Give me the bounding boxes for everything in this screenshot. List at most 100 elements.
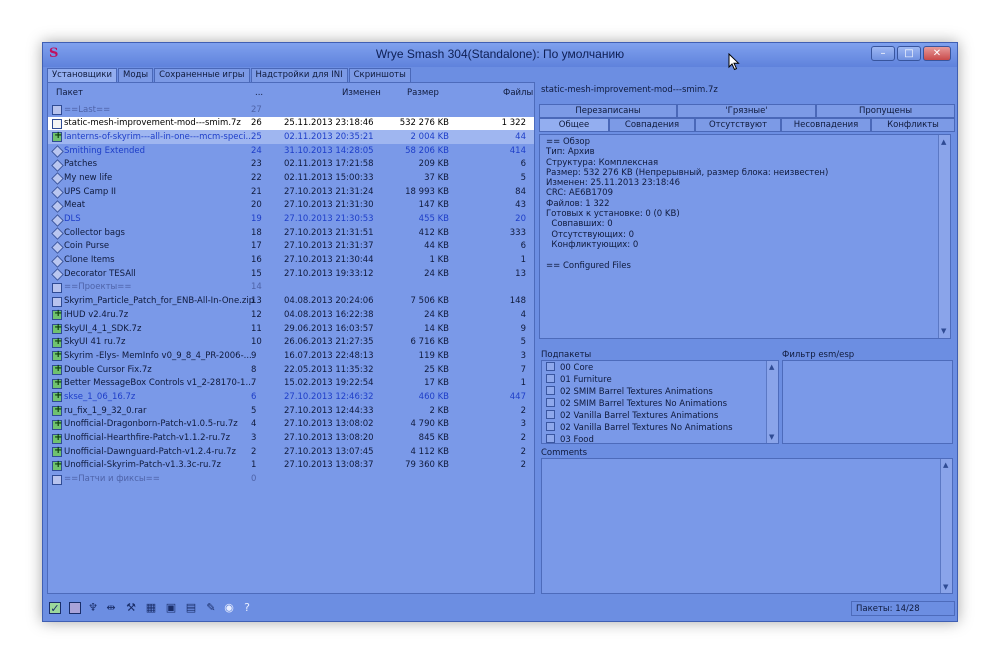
package-modified: 29.06.2013 16:03:57 <box>284 323 374 334</box>
pen-icon[interactable]: ✎ <box>205 602 217 614</box>
help-icon[interactable]: ? <box>241 602 253 614</box>
table-row[interactable]: Meat 20 27.10.2013 21:31:30 147 KB 43 <box>48 199 534 213</box>
table-row[interactable]: Coin Purse 17 27.10.2013 21:31:37 44 KB 6 <box>48 240 534 254</box>
tab-overwritten[interactable]: Перезаписаны <box>539 104 677 118</box>
title-bar[interactable]: S Wrye Smash 304(Standalone): По умолчан… <box>43 43 957 67</box>
column-modified[interactable]: Изменен <box>342 88 381 98</box>
subpackage-checkbox[interactable] <box>546 362 555 371</box>
marker-icon <box>52 282 62 293</box>
archive-icon <box>52 432 62 444</box>
comments-textarea[interactable]: ▲ ▼ <box>541 458 953 594</box>
tab-general[interactable]: Общее <box>539 118 609 132</box>
table-row[interactable]: Patches 23 02.11.2013 17:21:58 209 KB 6 <box>48 158 534 172</box>
arrows-icon[interactable]: ⇹ <box>105 602 117 614</box>
table-row[interactable]: My new life 22 02.11.2013 15:00:33 37 KB 5 <box>48 171 534 185</box>
table-row[interactable]: DLS 19 27.10.2013 21:30:53 455 KB 20 <box>48 213 534 227</box>
tab-saves[interactable]: Сохраненные игры <box>154 68 250 82</box>
column-order[interactable]: ... <box>255 88 263 98</box>
subpackage-item[interactable]: 01 Furniture <box>542 374 778 386</box>
subpackage-checkbox[interactable] <box>546 398 555 407</box>
subpackage-item[interactable]: 02 SMIM Barrel Textures No Animations <box>542 398 778 410</box>
subpackage-checkbox[interactable] <box>546 410 555 419</box>
info-scrollbar[interactable]: ▲ ▼ <box>938 135 950 338</box>
archive-icon <box>52 377 62 389</box>
circle-icon[interactable]: ◉ <box>223 602 235 614</box>
comments-label: Comments <box>541 448 588 458</box>
table-row[interactable]: ru_fix_1_9_32_0.rar 5 27.10.2013 12:44:33 2… <box>48 404 534 418</box>
table-row[interactable]: Unofficial-Dragonborn-Patch-v1.0.5-ru.7z… <box>48 418 534 432</box>
subpackage-checkbox[interactable] <box>546 386 555 395</box>
table-row[interactable]: static-mesh-improvement-mod---smim.7z 26 2… <box>48 116 534 131</box>
table-row[interactable]: ==Last== 27 <box>48 103 534 117</box>
table-row[interactable]: lanterns-of-skyrim---all-in-one---mcm-sp… <box>48 130 534 145</box>
package-order: 8 <box>251 364 257 375</box>
subpackage-checkbox[interactable] <box>546 374 555 383</box>
table-row[interactable]: ==Проекты== 14 <box>48 281 534 295</box>
tab-screenshots[interactable]: Скриншоты <box>348 68 411 82</box>
subpackage-item[interactable]: 03 Food <box>542 434 778 446</box>
packages-count: Пакеты: 14/28 <box>851 601 955 616</box>
pin-icon[interactable]: ♆ <box>87 602 99 614</box>
package-modified: 02.11.2013 17:21:58 <box>284 159 374 170</box>
close-button[interactable]: ✕ <box>923 46 951 61</box>
subpackage-checkbox[interactable] <box>546 422 555 431</box>
package-modified: 27.10.2013 13:08:37 <box>284 460 374 471</box>
wrench-icon[interactable]: ▦ <box>145 602 157 614</box>
table-row[interactable]: skse_1_06_16.7z 6 27.10.2013 12:46:32 460 K… <box>48 390 534 404</box>
comments-scrollbar[interactable]: ▲ ▼ <box>940 459 952 593</box>
subpackage-checkbox[interactable] <box>546 434 555 443</box>
esp-filter-list[interactable] <box>782 360 953 444</box>
minimize-button[interactable]: – <box>871 46 895 61</box>
subpackage-item[interactable]: 00 Core <box>542 362 778 374</box>
package-name: Decorator TESAll <box>64 268 136 279</box>
check-icon[interactable]: ✓ <box>49 602 61 615</box>
table-row[interactable]: Better MessageBox Controls v1_2-28170-1.… <box>48 377 534 391</box>
tab-mods[interactable]: Моды <box>117 68 154 82</box>
table-row[interactable]: ==Патчи и фиксы== 0 <box>48 473 534 487</box>
column-size[interactable]: Размер <box>407 88 439 98</box>
table-row[interactable]: UPS Camp II 21 27.10.2013 21:31:24 18 993 K… <box>48 185 534 199</box>
table-row[interactable]: Decorator TESAll 15 27.10.2013 19:33:12 24 … <box>48 267 534 281</box>
subpackages-scrollbar[interactable]: ▲ ▼ <box>766 361 778 443</box>
column-files[interactable]: Файлы <box>503 88 533 98</box>
installers-list[interactable]: Пакет ... Изменен Размер Файлы ==Last== 2… <box>47 82 535 594</box>
window-title: Wrye Smash 304(Standalone): По умолчанию <box>375 47 625 61</box>
column-package[interactable]: Пакет <box>56 88 83 98</box>
subpackage-item[interactable]: 02 SMIM Barrel Textures Animations <box>542 386 778 398</box>
package-files: 414 <box>509 145 526 156</box>
image-icon[interactable]: ▣ <box>165 602 177 614</box>
table-row[interactable]: Skyrim -Elys- MemInfo v0_9_8_4_PR-2006-.… <box>48 349 534 363</box>
tab-ini-tweaks[interactable]: Надстройки для INI <box>250 68 348 82</box>
tab-conflicts[interactable]: Конфликты <box>871 118 955 132</box>
table-row[interactable]: iHUD v2.4ru.7z 12 04.08.2013 16:22:38 24 KB… <box>48 308 534 322</box>
table-row[interactable]: SkyUI 41 ru.7z 10 26.06.2013 21:27:35 6 716… <box>48 336 534 350</box>
subpackage-item[interactable]: 02 Vanilla Barrel Textures Animations <box>542 410 778 422</box>
screen-icon[interactable]: ▤ <box>185 602 197 614</box>
table-row[interactable]: SkyUI_4_1_SDK.7z 11 29.06.2013 16:03:57 14 … <box>48 322 534 336</box>
package-files: 5 <box>520 337 526 348</box>
package-name: Unofficial-Hearthfire-Patch-v1.1.2-ru.7z <box>64 433 231 443</box>
table-row[interactable]: Skyrim_Particle_Patch_for_ENB-All-In-One… <box>48 295 534 309</box>
subpackages-list[interactable]: 00 Core 01 Furniture 02 SMIM Barrel Textur… <box>541 360 779 446</box>
table-row[interactable]: Unofficial-Dawnguard-Patch-v1.2.4-ru.7z 2… <box>48 445 534 459</box>
tools-icon[interactable]: ⚒ <box>125 602 137 614</box>
table-row[interactable]: Clone Items 16 27.10.2013 21:30:44 1 KB 1 <box>48 254 534 268</box>
maximize-button[interactable]: □ <box>897 46 921 61</box>
archive-icon <box>52 349 62 362</box>
table-row[interactable]: Collector bags 18 27.10.2013 21:31:51 412 K… <box>48 226 534 240</box>
project-icon <box>52 146 62 156</box>
tab-matched[interactable]: Совпадения <box>609 118 695 132</box>
tab-skipped[interactable]: Пропущены <box>816 104 955 118</box>
square-icon[interactable] <box>69 602 81 614</box>
tab-missing[interactable]: Отсутствуют <box>695 118 781 132</box>
table-row[interactable]: Smithing Extended 24 31.10.2013 14:28:05 58… <box>48 144 534 158</box>
subpackage-item[interactable]: 02 Vanilla Barrel Textures No Animations <box>542 422 778 434</box>
tab-mismatched[interactable]: Несовпадения <box>781 118 871 132</box>
package-modified: 22.05.2013 11:35:32 <box>284 364 374 375</box>
tab-dirty[interactable]: 'Грязные' <box>677 104 816 118</box>
tab-installers[interactable]: Установщики <box>47 68 117 82</box>
table-row[interactable]: Unofficial-Hearthfire-Patch-v1.1.2-ru.7z… <box>48 432 534 446</box>
package-size: 79 360 KB <box>405 460 449 471</box>
table-row[interactable]: Double Cursor Fix.7z 8 22.05.2013 11:35:32… <box>48 363 534 377</box>
table-row[interactable]: Unofficial-Skyrim-Patch-v1.3.3c-ru.7z127… <box>48 459 534 473</box>
